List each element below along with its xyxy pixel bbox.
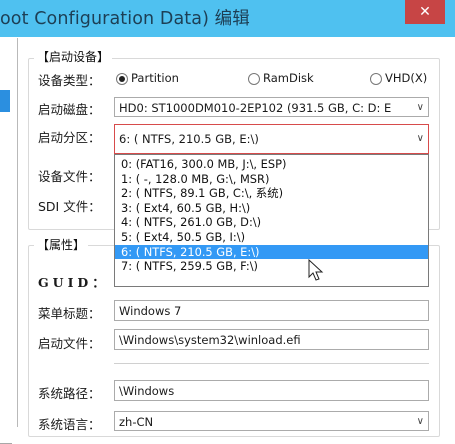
partition-option-selected[interactable]: 6: ( NTFS, 210.5 GB, E:\) — [115, 244, 428, 260]
menu-title-label: 菜单标题： — [38, 306, 101, 321]
partition-option[interactable]: 3: ( Ext4, 60.5 GB, H:\) — [115, 201, 428, 216]
boot-disk-value: HD0: ST1000DM010-2EP102 (931.5 GB, C: D:… — [119, 101, 392, 115]
boot-partition-value: 6: ( NTFS, 210.5 GB, E:\) — [119, 132, 259, 146]
device-file-label: 设备文件： — [38, 169, 101, 184]
system-language-label: 系统语言： — [38, 417, 101, 432]
partition-dropdown-list[interactable]: 0: (FAT16, 300.0 MB, J:\, ESP) 1: ( -, 1… — [114, 154, 429, 287]
left-panel — [0, 38, 18, 444]
partition-option[interactable]: 2: ( NTFS, 89.1 GB, C:\, 系统) — [115, 186, 428, 201]
window-title: oot Configuration Data) 编辑 — [0, 9, 250, 29]
boot-partition-label: 启动分区： — [38, 130, 101, 145]
left-panel-selection — [0, 90, 10, 112]
boot-device-legend: 【启动设备】 — [34, 48, 113, 65]
boot-partition-select[interactable]: 6: ( NTFS, 210.5 GB, E:\) ∨ — [114, 124, 429, 154]
close-button[interactable]: ✕ — [405, 0, 445, 24]
boot-disk-select[interactable]: HD0: ST1000DM010-2EP102 (931.5 GB, C: D:… — [114, 97, 429, 117]
partition-option[interactable]: 5: ( Ext4, 50.5 GB, I:\) — [115, 230, 428, 245]
mouse-cursor-icon — [308, 259, 324, 281]
section-divider — [114, 363, 429, 364]
ramdisk-radio-label[interactable]: RamDisk — [263, 71, 314, 85]
guid-label: GUID： — [38, 275, 109, 290]
system-path-value: \Windows — [119, 384, 175, 398]
system-path-label: 系统路径： — [38, 386, 101, 401]
sdi-file-label: SDI 文件： — [38, 199, 101, 214]
ramdisk-radio[interactable] — [248, 73, 260, 85]
system-path-input[interactable]: \Windows — [114, 380, 429, 401]
chevron-down-icon: ∨ — [416, 416, 424, 427]
vhd-radio-label[interactable]: VHD(X) — [385, 71, 427, 85]
chevron-down-icon: ∨ — [416, 102, 424, 113]
system-language-select[interactable]: zh-CN ∨ — [114, 411, 429, 431]
menu-title-input[interactable]: Windows 7 — [114, 300, 429, 321]
partition-option[interactable]: 0: (FAT16, 300.0 MB, J:\, ESP) — [115, 157, 428, 172]
chevron-down-icon: ∨ — [416, 133, 424, 144]
partition-option[interactable]: 7: ( NTFS, 259.5 GB, F:\) — [115, 259, 428, 274]
boot-file-value: \Windows\system32\winload.efi — [119, 333, 301, 347]
close-icon: ✕ — [419, 4, 431, 20]
vhd-radio[interactable] — [370, 73, 382, 85]
title-bar: oot Configuration Data) 编辑 ✕ — [0, 0, 455, 37]
boot-disk-label: 启动磁盘： — [38, 102, 101, 117]
menu-title-value: Windows 7 — [119, 304, 182, 318]
partition-option[interactable]: 4: ( NTFS, 261.0 GB, D:\) — [115, 215, 428, 230]
partition-radio-label[interactable]: Partition — [131, 71, 179, 85]
boot-file-input[interactable]: \Windows\system32\winload.efi — [114, 329, 429, 350]
partition-option[interactable]: 1: ( -, 128.0 MB, G:\, MSR) — [115, 172, 428, 187]
device-type-label: 设备类型： — [38, 73, 101, 88]
partition-radio[interactable] — [116, 73, 128, 85]
boot-file-label: 启动文件： — [38, 336, 101, 351]
properties-legend: 【属性】 — [34, 236, 89, 253]
